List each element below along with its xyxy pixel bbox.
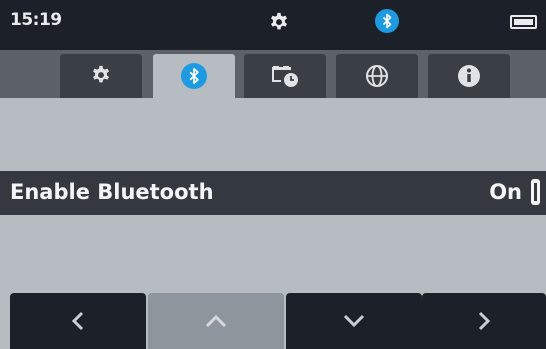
enable-bluetooth-value[interactable]: On (489, 180, 522, 204)
chevron-down-icon (343, 314, 365, 328)
calendar-clock-icon (272, 66, 298, 87)
status-clock: 15:19 (10, 10, 62, 30)
right-softkey-button[interactable] (422, 293, 546, 349)
down-softkey-button[interactable] (286, 293, 422, 349)
chevron-left-icon (71, 311, 84, 331)
softkey-bar (0, 293, 546, 349)
up-softkey-button[interactable] (148, 293, 284, 349)
battery-icon (510, 15, 537, 29)
settings-tabbar (0, 50, 546, 98)
info-icon (458, 65, 480, 87)
tab-bluetooth[interactable] (153, 54, 235, 98)
gear-icon (268, 12, 290, 34)
value-selector-indicator (531, 179, 540, 205)
tab-general[interactable] (60, 54, 142, 98)
chevron-up-icon (205, 314, 227, 328)
tab-date-time[interactable] (244, 54, 326, 98)
tab-info[interactable] (428, 54, 510, 98)
globe-icon (366, 65, 388, 87)
chevron-right-icon (478, 311, 491, 331)
bluetooth-icon (375, 9, 399, 33)
left-softkey-button[interactable] (10, 293, 146, 349)
tab-language[interactable] (336, 54, 418, 98)
bluetooth-icon (181, 63, 207, 89)
enable-bluetooth-label: Enable Bluetooth (10, 180, 214, 204)
enable-bluetooth-row[interactable]: Enable Bluetooth On (0, 171, 546, 215)
gear-icon (93, 65, 109, 83)
status-bar: 15:19 (0, 0, 546, 50)
device-screen: 15:19 Enable Bluetooth On (0, 0, 546, 349)
